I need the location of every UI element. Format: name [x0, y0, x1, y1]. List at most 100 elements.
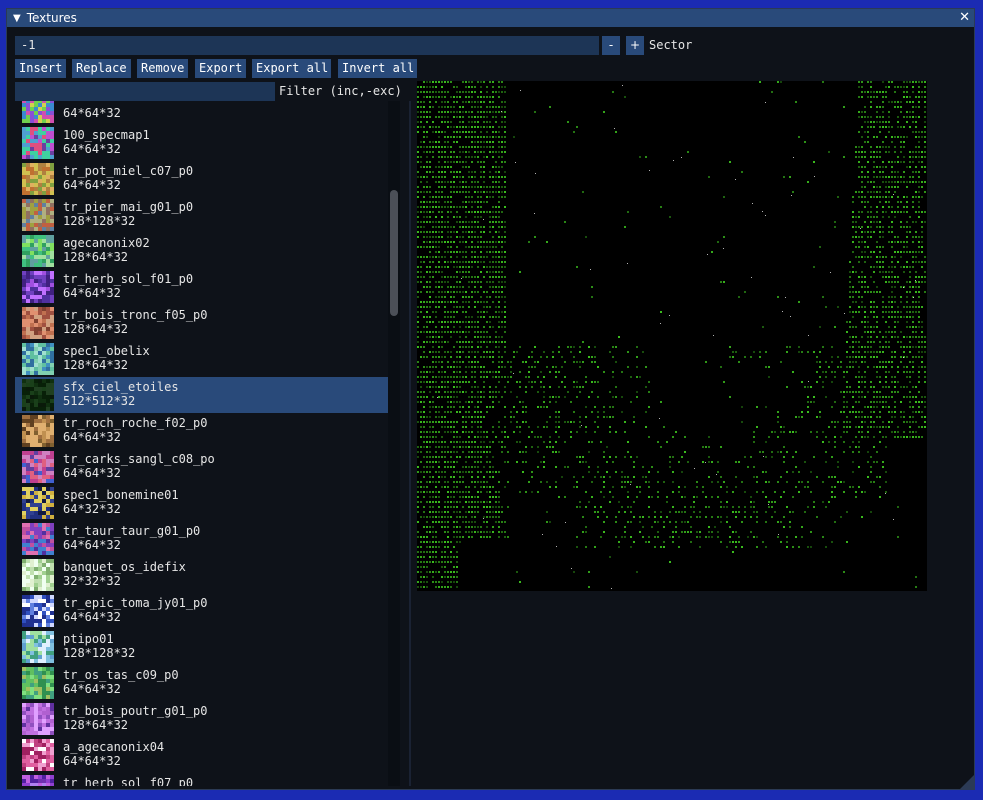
texture-list-item[interactable]: tr_bois_tronc_f05_p0 128*64*32	[15, 305, 388, 341]
texture-list-item[interactable]: agecanonix02 128*64*32	[15, 233, 388, 269]
texture-dimensions: 64*64*32	[63, 466, 121, 480]
resize-grip[interactable]	[960, 775, 974, 789]
texture-name: tr_roch_roche_f02_p0	[63, 416, 208, 430]
texture-thumbnail	[22, 343, 54, 375]
texture-name: tr_pot_miel_c07_p0	[63, 164, 194, 178]
texture-dimensions: 128*64*32	[63, 322, 129, 336]
texture-list-item[interactable]: tr_pier_mai_g01_p0 128*128*32	[15, 197, 388, 233]
texture-list-item[interactable]: tr_roch_roche_f02_p0 64*64*32	[15, 413, 388, 449]
texture-name: tr_herb_sol_f07_p0	[63, 776, 194, 786]
texture-dimensions: 64*64*32	[63, 430, 121, 444]
texture-name: 100_specmap1	[63, 128, 150, 142]
texture-thumbnail	[22, 703, 54, 735]
texture-preview-image	[417, 81, 926, 589]
texture-list-item[interactable]: ptipo01 128*128*32	[15, 629, 388, 665]
sector-row: -1 - + Sector	[15, 36, 965, 55]
filter-label: Filter (inc,-exc)	[279, 84, 402, 98]
texture-dimensions: 64*64*32	[63, 610, 121, 624]
texture-dimensions: 512*512*32	[63, 394, 136, 408]
texture-dimensions: 64*64*32	[63, 142, 121, 156]
collapse-triangle-icon[interactable]: ▼	[13, 13, 21, 24]
texture-list-item[interactable]: tr_taur_taur_g01_p0 64*64*32	[15, 521, 388, 557]
texture-list-item[interactable]: sfx_ciel_etoiles 512*512*32	[15, 377, 388, 413]
texture-dimensions: 64*64*32	[63, 754, 121, 768]
texture-thumbnail	[22, 487, 54, 519]
close-icon[interactable]: ✕	[959, 10, 970, 25]
texture-thumbnail	[22, 127, 54, 159]
texture-name: tr_herb_sol_f01_p0	[63, 272, 194, 286]
texture-list-item[interactable]: tr_herb_sol_f07_p064*64*32	[15, 773, 388, 786]
texture-list-item[interactable]: tr_bois_poutr_g01_p0 128*64*32	[15, 701, 388, 737]
texture-dimensions: 64*64*32	[63, 538, 121, 552]
texture-list-item[interactable]: spec1_bonemine01 64*32*32	[15, 485, 388, 521]
texture-name: tr_carks_sangl_c08_po	[63, 452, 215, 466]
texture-dimensions: 32*32*32	[63, 574, 121, 588]
sector-label: Sector	[649, 38, 693, 52]
texture-dimensions: 64*64*32	[63, 286, 121, 300]
texture-thumbnail	[22, 307, 54, 339]
texture-list-item[interactable]: tr_herb_sol_f01_p0 64*64*32	[15, 269, 388, 305]
window-titlebar[interactable]: ▼ Textures ✕	[7, 9, 974, 27]
sector-increment-button[interactable]: +	[626, 36, 644, 55]
texture-preview	[417, 81, 927, 591]
filter-input[interactable]	[15, 82, 275, 101]
texture-thumbnail	[22, 775, 54, 786]
texture-thumbnail	[22, 631, 54, 663]
sector-decrement-button[interactable]: -	[602, 36, 620, 55]
remove-button[interactable]: Remove	[137, 59, 188, 78]
texture-name: tr_bois_poutr_g01_p0	[63, 704, 208, 718]
panel-divider	[409, 101, 411, 786]
texture-list-item[interactable]: 100_specmap1 64*64*32	[15, 125, 388, 161]
texture-list-item[interactable]: banquet_os_idefix 32*32*32	[15, 557, 388, 593]
insert-button[interactable]: Insert	[15, 59, 66, 78]
texture-name: agecanonix02	[63, 236, 150, 250]
texture-thumbnail	[22, 101, 54, 123]
texture-list-content: 64*64*32 100_specmap1 64*64*32 tr_pot_miel_…	[15, 101, 388, 786]
texture-list-item[interactable]: tr_os_tas_c09_p0 64*64*32	[15, 665, 388, 701]
texture-list-scrollbar[interactable]	[388, 101, 400, 786]
texture-name: tr_pier_mai_g01_p0	[63, 200, 194, 214]
texture-name: ptipo01	[63, 632, 114, 646]
scrollbar-thumb[interactable]	[390, 190, 398, 316]
texture-dimensions: 128*64*32	[63, 718, 129, 732]
texture-thumbnail	[22, 667, 54, 699]
texture-name: banquet_os_idefix	[63, 560, 186, 574]
window-title: Textures	[26, 11, 77, 25]
texture-dimensions: 64*64*32	[63, 106, 121, 120]
export-button[interactable]: Export	[195, 59, 246, 78]
texture-name: spec1_bonemine01	[63, 488, 179, 502]
texture-thumbnail	[22, 235, 54, 267]
replace-button[interactable]: Replace	[72, 59, 131, 78]
texture-dimensions: 128*128*32	[63, 214, 136, 228]
sector-input[interactable]: -1	[15, 36, 599, 55]
texture-list-item[interactable]: tr_carks_sangl_c08_po 64*64*32	[15, 449, 388, 485]
texture-thumbnail	[22, 451, 54, 483]
texture-list-item[interactable]: spec1_obelix 128*64*32	[15, 341, 388, 377]
texture-name: sfx_ciel_etoiles	[63, 380, 179, 394]
texture-dimensions: 128*64*32	[63, 358, 129, 372]
texture-thumbnail	[22, 199, 54, 231]
texture-thumbnail	[22, 559, 54, 591]
texture-thumbnail	[22, 523, 54, 555]
textures-window: ▼ Textures ✕ -1 - + Sector Insert Replac…	[6, 8, 975, 790]
texture-name: tr_os_tas_c09_p0	[63, 668, 179, 682]
texture-dimensions: 64*32*32	[63, 502, 121, 516]
texture-dimensions: 128*128*32	[63, 646, 136, 660]
texture-list-item[interactable]: tr_epic_toma_jy01_p0 64*64*32	[15, 593, 388, 629]
texture-dimensions: 64*64*32	[63, 178, 121, 192]
invert-all-button[interactable]: Invert all	[338, 59, 417, 78]
texture-thumbnail	[22, 595, 54, 627]
texture-name: tr_bois_tronc_f05_p0	[63, 308, 208, 322]
texture-dimensions: 64*64*32	[63, 682, 121, 696]
texture-list-item[interactable]: tr_pot_miel_c07_p0 64*64*32	[15, 161, 388, 197]
export-all-button[interactable]: Export all	[252, 59, 331, 78]
texture-name: tr_taur_taur_g01_p0	[63, 524, 201, 538]
texture-thumbnail	[22, 379, 54, 411]
texture-name: a_agecanonix04	[63, 740, 165, 754]
texture-name: tr_epic_toma_jy01_p0	[63, 596, 208, 610]
texture-thumbnail	[22, 271, 54, 303]
texture-list-item[interactable]: a_agecanonix04 64*64*32	[15, 737, 388, 773]
texture-thumbnail	[22, 415, 54, 447]
texture-list-item[interactable]: 64*64*32	[15, 101, 388, 125]
texture-list[interactable]: 64*64*32 100_specmap1 64*64*32 tr_pot_miel_…	[15, 101, 400, 786]
